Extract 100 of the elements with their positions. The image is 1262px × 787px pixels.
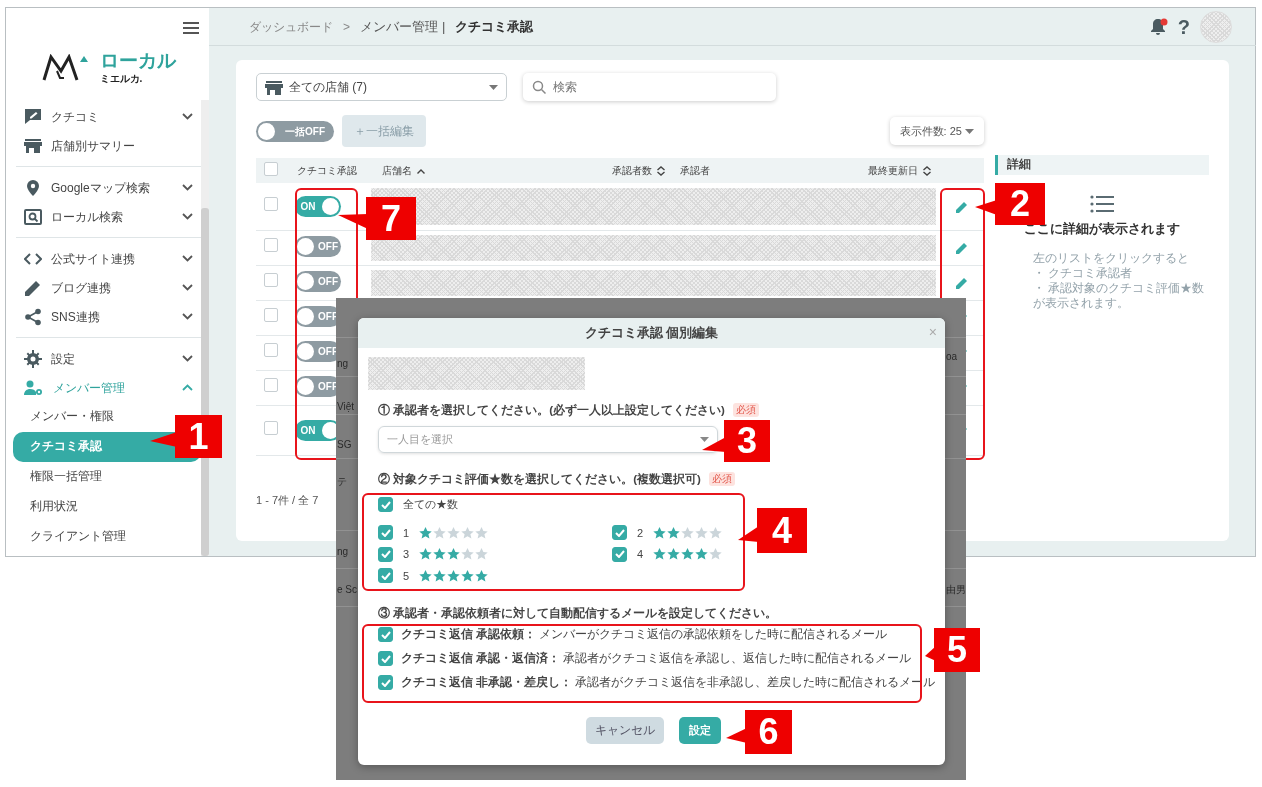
chevron-down-icon — [182, 113, 193, 120]
checkbox-label: 2 — [637, 525, 644, 541]
pagination-summary: 1 - 7件 / 全 7 — [256, 492, 319, 508]
star-icon — [447, 526, 461, 539]
background-text: Việt — [337, 400, 355, 414]
dropdown-caret-icon — [700, 437, 709, 442]
edit-button[interactable] — [955, 277, 968, 290]
menu-icon — [183, 21, 199, 34]
dropdown-caret-icon — [965, 129, 974, 135]
breadcrumb-separator: > — [343, 18, 350, 36]
star-icon — [709, 526, 723, 539]
chevron-up-icon — [182, 384, 193, 391]
sidebar-item[interactable]: 店舗別サマリー — [6, 131, 201, 160]
search-box-icon — [24, 208, 42, 225]
star-icon — [475, 548, 489, 561]
modal-title: クチコミ承認 個別編集 — [584, 324, 719, 343]
sort-ascending-icon — [416, 168, 425, 174]
checkbox[interactable] — [378, 546, 393, 562]
store-icon — [265, 79, 283, 95]
submenu-item[interactable]: 利用状況 — [13, 492, 86, 522]
checkbox[interactable] — [378, 497, 393, 512]
star-icon — [419, 526, 433, 539]
pencil-icon — [955, 201, 968, 214]
store-select[interactable]: 全ての店舗 (7) — [256, 73, 507, 101]
help-button[interactable]: ? — [1177, 16, 1190, 37]
bell-icon — [1149, 17, 1168, 36]
breadcrumb-link[interactable]: メンバー管理 — [360, 16, 438, 37]
submenu-item[interactable]: クライアント管理 — [13, 522, 134, 552]
detail-heading: 詳細 — [995, 155, 1209, 175]
pencil-icon — [955, 277, 968, 290]
star-icon — [419, 569, 433, 582]
star-icon — [709, 548, 723, 561]
star-icon — [419, 548, 433, 561]
checkbox[interactable] — [378, 651, 393, 666]
pencil-icon — [24, 278, 42, 297]
chevron-down-icon — [182, 313, 193, 320]
column-header[interactable]: 承認者数 — [601, 158, 669, 183]
select-value: 全ての店舗 (7) — [289, 79, 368, 96]
star-icon — [681, 526, 695, 539]
row-checkbox[interactable] — [264, 343, 278, 357]
sidebar-item[interactable]: Googleマップ検索 — [6, 173, 201, 202]
checkbox[interactable] — [378, 627, 393, 642]
row-checkbox[interactable] — [264, 238, 278, 252]
select-all-checkbox[interactable] — [264, 161, 278, 176]
background-text: e Sc — [337, 583, 357, 597]
review-icon — [24, 108, 42, 125]
chevron-down-icon — [182, 184, 193, 191]
column-header[interactable]: 最終更新日 — [857, 158, 939, 183]
column-header: クチコミ承認 — [286, 158, 371, 183]
column-header: 承認者 — [669, 158, 857, 183]
row-checkbox[interactable] — [264, 308, 278, 322]
store-icon — [24, 138, 42, 153]
page-size-button[interactable]: 表示件数: 25 — [889, 117, 984, 145]
star-icon — [653, 526, 667, 539]
star-icon — [667, 526, 681, 539]
star-icon — [461, 548, 475, 561]
star-icon — [447, 569, 461, 582]
code-icon — [24, 251, 42, 266]
callout-number: 5 — [934, 628, 980, 672]
checkbox[interactable] — [378, 525, 393, 541]
star-icon — [461, 569, 475, 582]
sidebar-item[interactable]: クチコミ — [6, 102, 201, 131]
submenu-item[interactable]: メンバー・権限 — [13, 402, 122, 432]
list-icon — [1090, 194, 1114, 214]
callout-number: 3 — [724, 420, 770, 462]
star-icon — [695, 526, 709, 539]
checkbox[interactable] — [612, 525, 627, 541]
checkbox[interactable] — [612, 546, 627, 562]
star-icon — [475, 569, 489, 582]
star-icon — [681, 548, 695, 561]
checkbox[interactable] — [378, 675, 393, 690]
row-checkbox[interactable] — [264, 420, 278, 435]
star-icon — [461, 526, 475, 539]
chevron-down-icon — [182, 284, 193, 291]
star-icon — [667, 548, 681, 561]
edit-button[interactable] — [955, 201, 968, 214]
notification-button[interactable] — [1149, 17, 1168, 36]
submenu-item[interactable]: 権限一括管理 — [13, 462, 110, 492]
row-checkbox[interactable] — [264, 196, 278, 211]
row-checkbox[interactable] — [264, 273, 278, 287]
cancel-button[interactable]: キャンセル — [586, 716, 664, 744]
background-text: 由男 — [946, 583, 966, 597]
section-heading: ① 承認者を選択してください。(必ず一人以上設定してください) — [378, 402, 725, 418]
column-header[interactable]: 店舗名 — [371, 158, 601, 183]
checkbox-label: クチコミ返信 承認依頼： メンバーがクチコミ返信の承認依頼をした時に配信されるメール — [401, 626, 888, 642]
sidebar-item[interactable]: SNS連携 — [6, 302, 201, 331]
edit-button[interactable] — [955, 242, 968, 255]
row-checkbox[interactable] — [264, 378, 278, 392]
gear-icon — [24, 349, 42, 368]
sidebar-item[interactable]: 設定 — [6, 344, 201, 373]
search-field[interactable]: 検索 — [523, 73, 776, 101]
checkbox-label: 3 — [403, 547, 410, 562]
sidebar-item[interactable]: ブログ連携 — [6, 273, 201, 302]
sidebar-item[interactable]: 公式サイト連携 — [6, 244, 201, 273]
callout-number: 6 — [745, 710, 792, 754]
sidebar-item[interactable]: ローカル検索 — [6, 202, 201, 231]
required-badge: 必須 — [708, 471, 735, 487]
checkbox[interactable] — [378, 568, 393, 584]
star-icon — [447, 548, 461, 561]
chevron-down-icon — [182, 355, 193, 362]
